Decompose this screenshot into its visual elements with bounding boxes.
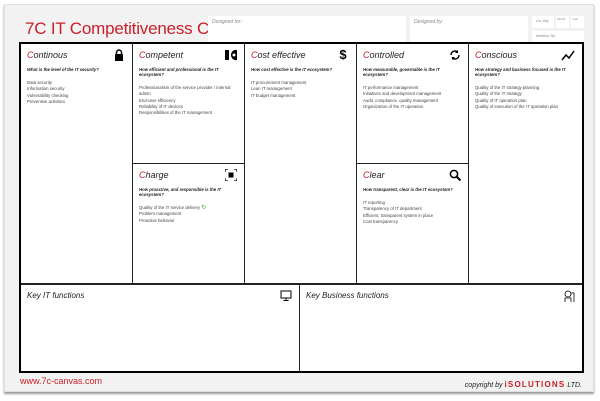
block-items: IT procurement management Lean IT managem… bbox=[251, 80, 307, 98]
block-title: Clear bbox=[363, 170, 385, 180]
block-cost-effective[interactable]: Cost effective $ How cost effective is t… bbox=[245, 44, 357, 284]
on-label: On: bbox=[536, 19, 542, 23]
iteration-field[interactable]: Iteration: No. bbox=[532, 31, 584, 42]
company-logo: iSOLUTIONS bbox=[504, 380, 566, 389]
day-label: Day bbox=[542, 19, 549, 23]
date-day-field[interactable]: On: Day bbox=[532, 16, 554, 28]
block-items: IT reporting Transparency of IT departmen… bbox=[363, 200, 434, 224]
block-question: How transparent, clear is the IT ecosyst… bbox=[363, 187, 453, 192]
block-clear[interactable]: Clear How transparent, clear is the IT e… bbox=[357, 164, 469, 284]
block-question: How measurable, governable is the IT eco… bbox=[363, 67, 440, 77]
block-controlled[interactable]: Controlled How measurable, governable is… bbox=[357, 44, 469, 164]
block-question: How cost effective is the IT ecosystem? bbox=[251, 67, 333, 72]
copyright: copyright by iSOLUTIONS LTD. bbox=[464, 380, 582, 389]
designed-by-label: Designed by: bbox=[414, 19, 444, 25]
date-month-field[interactable]: Month bbox=[556, 16, 569, 28]
block-items: IT performance management Initiatives and… bbox=[363, 85, 442, 109]
expand-icon bbox=[225, 169, 237, 181]
block-title: Continous bbox=[27, 50, 68, 60]
block-items: Data security Information security Vulnera… bbox=[27, 80, 69, 104]
block-title: Charge bbox=[139, 170, 169, 180]
date-year-field[interactable]: Year bbox=[571, 16, 584, 28]
canvas-grid: Continous What is the level of the IT se… bbox=[19, 42, 584, 373]
search-icon bbox=[449, 169, 461, 181]
cursor-icon: ↻ bbox=[201, 205, 207, 211]
month-label: Month bbox=[557, 17, 566, 21]
website-link[interactable]: www.7c-canvas.com bbox=[20, 376, 102, 386]
block-title: Key Business functions bbox=[306, 291, 389, 300]
gauge-icon bbox=[225, 49, 237, 61]
designed-for-field[interactable]: Designed for: bbox=[208, 16, 406, 42]
year-label: Year bbox=[572, 17, 579, 21]
lock-icon bbox=[115, 49, 123, 61]
block-continous[interactable]: Continous What is the level of the IT se… bbox=[21, 44, 133, 284]
block-question: How proactive, and responsible is the IT… bbox=[139, 187, 222, 197]
refresh-icon bbox=[450, 50, 460, 60]
block-key-it-functions[interactable]: Key IT functions bbox=[21, 284, 300, 371]
block-items: Professionalism of the service provider … bbox=[139, 85, 231, 116]
designed-by-field[interactable]: Designed by: bbox=[410, 16, 528, 42]
designed-for-label: Designed for: bbox=[212, 19, 242, 25]
block-key-business-functions[interactable]: Key Business functions bbox=[300, 284, 582, 371]
block-conscious[interactable]: Conscious How strategy and business focu… bbox=[469, 44, 582, 284]
block-title: Key IT functions bbox=[27, 291, 85, 300]
block-question: How strategy and business focused is the… bbox=[475, 67, 566, 77]
block-question: How efficient and professional is the IT… bbox=[139, 67, 219, 77]
block-charge[interactable]: Charge How proactive, and responsible is… bbox=[133, 164, 245, 284]
business-people-icon bbox=[564, 290, 575, 302]
iteration-label: Iteration: bbox=[536, 34, 550, 38]
block-title: Competent bbox=[139, 50, 184, 60]
block-items: Quality of the IT service delivery ↻ Prob… bbox=[139, 205, 207, 223]
block-question: What is the level of the IT security? bbox=[27, 67, 99, 72]
block-items: Quality of the IT strategy planning Quali… bbox=[475, 85, 559, 109]
iteration-no: No. bbox=[550, 34, 557, 38]
block-title: Cost effective bbox=[251, 50, 306, 60]
trend-icon bbox=[561, 50, 575, 61]
block-title: Controlled bbox=[363, 50, 405, 60]
monitor-icon bbox=[280, 290, 292, 301]
dollar-icon: $ bbox=[339, 47, 347, 62]
block-competent[interactable]: Competent How efficient and professional… bbox=[133, 44, 245, 164]
